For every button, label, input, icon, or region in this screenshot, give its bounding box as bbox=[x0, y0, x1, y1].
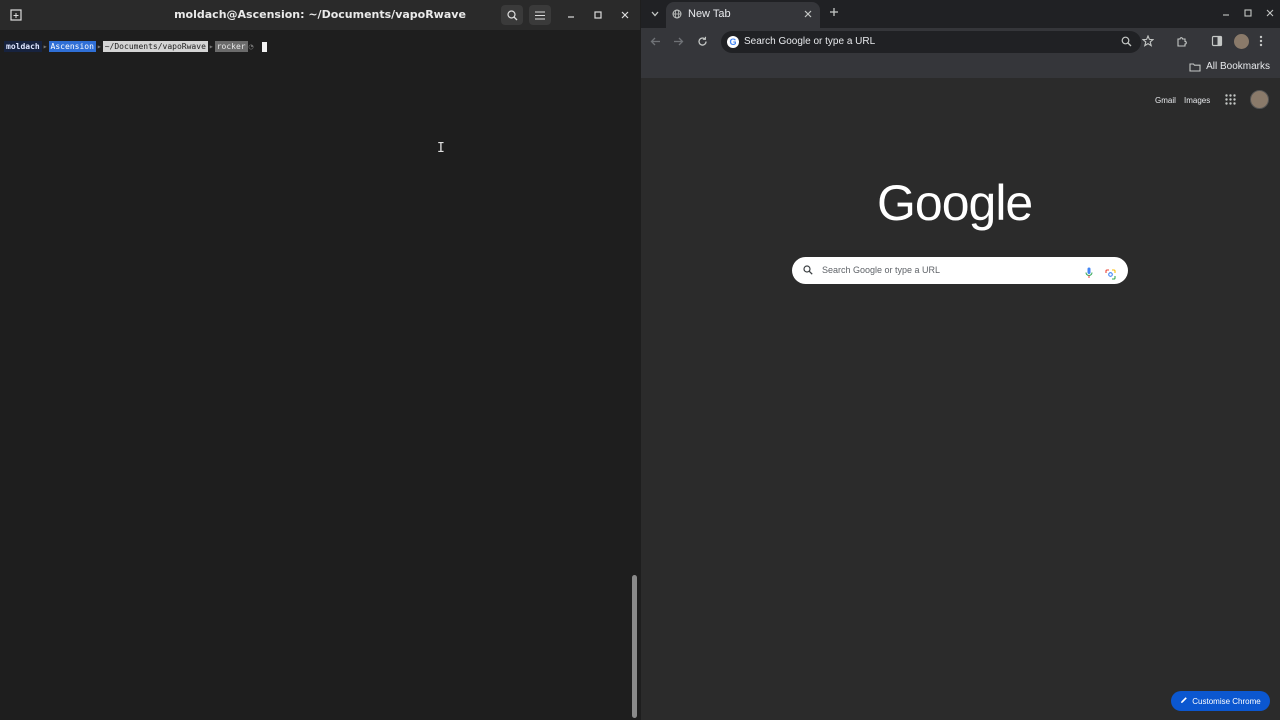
gmail-link[interactable]: Gmail bbox=[1155, 96, 1176, 105]
close-tab-icon[interactable] bbox=[804, 10, 812, 18]
mouse-ibeam-icon: I bbox=[437, 141, 445, 156]
terminal-window: moldach@Ascension: ~/Documents/vapoRwave… bbox=[0, 0, 640, 720]
prompt-host: Ascension bbox=[48, 41, 96, 52]
pencil-icon bbox=[1180, 696, 1188, 706]
new-tab-plus-icon[interactable] bbox=[829, 7, 839, 17]
hamburger-menu-icon[interactable] bbox=[529, 5, 551, 25]
forward-arrow-icon[interactable] bbox=[673, 36, 684, 47]
close-icon[interactable] bbox=[1266, 9, 1274, 17]
folder-icon bbox=[1189, 62, 1201, 72]
prompt-separator-icon: ▸ bbox=[96, 42, 102, 51]
customise-chrome-button[interactable]: Customise Chrome bbox=[1171, 691, 1270, 711]
tab-title: New Tab bbox=[688, 8, 731, 20]
maximize-icon[interactable] bbox=[1244, 9, 1252, 17]
shell-prompt: moldach ▸ Ascension ▸ ~/Documents/vapoRw… bbox=[4, 41, 268, 52]
google-logo: Google bbox=[877, 175, 1033, 231]
terminal-body[interactable]: moldach ▸ Ascension ▸ ~/Documents/vapoRw… bbox=[0, 30, 640, 720]
voice-search-mic-icon[interactable] bbox=[1085, 264, 1093, 283]
ntp-search-box[interactable]: Search Google or type a URL bbox=[792, 257, 1128, 284]
tab-new-tab[interactable]: New Tab bbox=[666, 2, 820, 28]
browser-window: New Tab G Search Google or type a URL Al… bbox=[641, 0, 1280, 720]
terminal-scrollbar[interactable] bbox=[632, 575, 637, 718]
prompt-dir: ~/Documents/vapoRwave bbox=[102, 41, 208, 52]
side-panel-icon[interactable] bbox=[1211, 35, 1223, 47]
text-cursor bbox=[262, 41, 268, 52]
prompt-user: moldach bbox=[4, 41, 42, 52]
git-status-icon: ◔ bbox=[248, 42, 254, 51]
kebab-menu-icon[interactable] bbox=[1259, 35, 1263, 47]
new-tab-page: Gmail Images Google Search Google or typ… bbox=[641, 78, 1280, 720]
terminal-titlebar: moldach@Ascension: ~/Documents/vapoRwave bbox=[0, 0, 640, 30]
zoom-magnifier-icon[interactable] bbox=[1121, 36, 1132, 47]
omnibox-placeholder: Search Google or type a URL bbox=[744, 36, 876, 47]
minimize-icon[interactable] bbox=[561, 5, 581, 25]
tab-strip: New Tab bbox=[641, 0, 1280, 28]
prompt-branch: rocker bbox=[214, 41, 248, 52]
back-arrow-icon[interactable] bbox=[650, 36, 661, 47]
search-icon bbox=[803, 265, 813, 275]
extensions-puzzle-icon[interactable] bbox=[1176, 35, 1188, 47]
minimize-icon[interactable] bbox=[1222, 9, 1230, 17]
prompt-separator-icon: ▸ bbox=[208, 42, 214, 51]
browser-toolbar: G Search Google or type a URL bbox=[641, 28, 1280, 56]
tab-search-chevron-icon[interactable] bbox=[648, 7, 662, 21]
ntp-search-placeholder: Search Google or type a URL bbox=[822, 265, 941, 275]
chrome-globe-icon bbox=[672, 9, 682, 19]
customise-chrome-label: Customise Chrome bbox=[1192, 696, 1261, 706]
search-icon[interactable] bbox=[501, 5, 523, 25]
apps-grid-icon[interactable] bbox=[1225, 94, 1236, 105]
omnibox[interactable]: G Search Google or type a URL bbox=[721, 31, 1141, 53]
prompt-separator-icon: ▸ bbox=[42, 42, 48, 51]
google-g-icon: G bbox=[727, 36, 739, 48]
images-link[interactable]: Images bbox=[1184, 96, 1210, 105]
close-icon[interactable] bbox=[615, 5, 635, 25]
bookmarks-bar: All Bookmarks bbox=[641, 56, 1280, 78]
maximize-icon[interactable] bbox=[588, 5, 608, 25]
bookmark-star-icon[interactable] bbox=[1142, 35, 1154, 47]
all-bookmarks-button[interactable]: All Bookmarks bbox=[1189, 61, 1270, 72]
all-bookmarks-label: All Bookmarks bbox=[1206, 61, 1270, 72]
account-avatar[interactable] bbox=[1250, 90, 1269, 109]
profile-avatar[interactable] bbox=[1234, 34, 1249, 49]
reload-icon[interactable] bbox=[697, 36, 708, 47]
google-lens-icon[interactable] bbox=[1105, 265, 1116, 284]
